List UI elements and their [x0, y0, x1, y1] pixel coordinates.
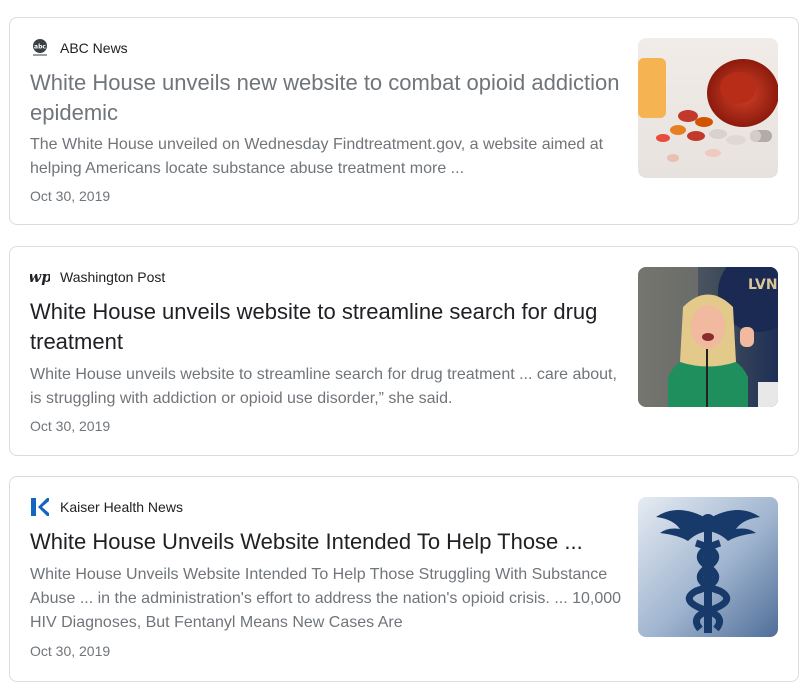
svg-text:wp: wp	[30, 268, 50, 286]
news-source: Kaiser Health News	[30, 497, 183, 517]
kaiser-health-news-logo-icon	[30, 497, 50, 517]
news-date: Oct 30, 2019	[30, 643, 111, 659]
pills-photo	[638, 38, 778, 178]
news-results-feed: abc ABC News White House unveils new web…	[0, 0, 811, 697]
speaker-photo: LVN	[638, 267, 778, 407]
svg-text:abc: abc	[34, 44, 46, 51]
caduceus-photo	[638, 497, 778, 637]
news-source: abc ABC News	[30, 38, 128, 58]
news-thumbnail[interactable]	[638, 38, 778, 178]
news-date: Oct 30, 2019	[30, 188, 111, 204]
news-snippet: White House unveils website to streamlin…	[30, 366, 617, 407]
news-headline-link[interactable]: White House unveils new website to comba…	[30, 68, 630, 128]
abc-news-logo-icon: abc	[30, 38, 50, 58]
news-thumbnail[interactable]	[638, 497, 778, 637]
source-name: Washington Post	[60, 269, 166, 285]
news-snippet: The White House unveiled on Wednesday Fi…	[30, 136, 604, 177]
news-card[interactable]: abc ABC News White House unveils new web…	[9, 17, 799, 225]
news-headline-link[interactable]: White House unveils website to streamlin…	[30, 297, 630, 357]
washington-post-logo-icon: wp	[30, 267, 50, 287]
news-date: Oct 30, 2019	[30, 418, 111, 434]
news-headline-link[interactable]: White House Unveils Website Intended To …	[30, 527, 630, 557]
news-source: wp Washington Post	[30, 267, 165, 287]
news-snippet: White House Unveils Website Intended To …	[30, 566, 622, 631]
source-name: Kaiser Health News	[60, 499, 183, 515]
source-name: ABC News	[60, 40, 128, 56]
news-card[interactable]: wp Washington Post White House unveils w…	[9, 246, 799, 456]
news-thumbnail[interactable]: LVN	[638, 267, 778, 407]
news-card[interactable]: Kaiser Health News White House Unveils W…	[9, 476, 799, 682]
svg-text:LVN: LVN	[748, 277, 778, 293]
